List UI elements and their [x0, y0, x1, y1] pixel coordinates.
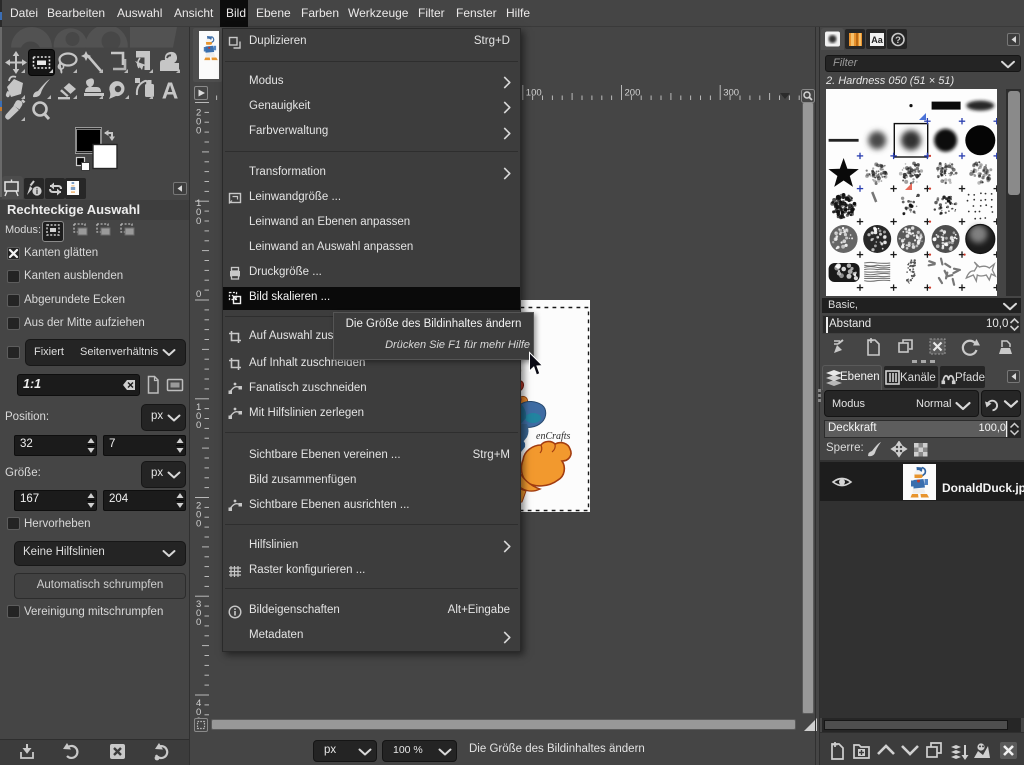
svg-text:0: 0 [196, 216, 201, 227]
svg-text:0: 0 [196, 126, 201, 137]
svg-text:Aa: Aa [871, 35, 883, 45]
svg-text:300: 300 [723, 88, 739, 99]
svg-text:0: 0 [196, 519, 201, 530]
svg-text:0: 0 [196, 420, 201, 431]
svg-text:0: 0 [196, 617, 201, 628]
svg-text:0: 0 [196, 289, 201, 300]
svg-text:?: ? [895, 35, 901, 46]
svg-text:i: i [36, 187, 38, 196]
svg-text:A: A [162, 78, 179, 104]
svg-text:100: 100 [526, 88, 542, 99]
svg-text:200: 200 [625, 88, 641, 99]
